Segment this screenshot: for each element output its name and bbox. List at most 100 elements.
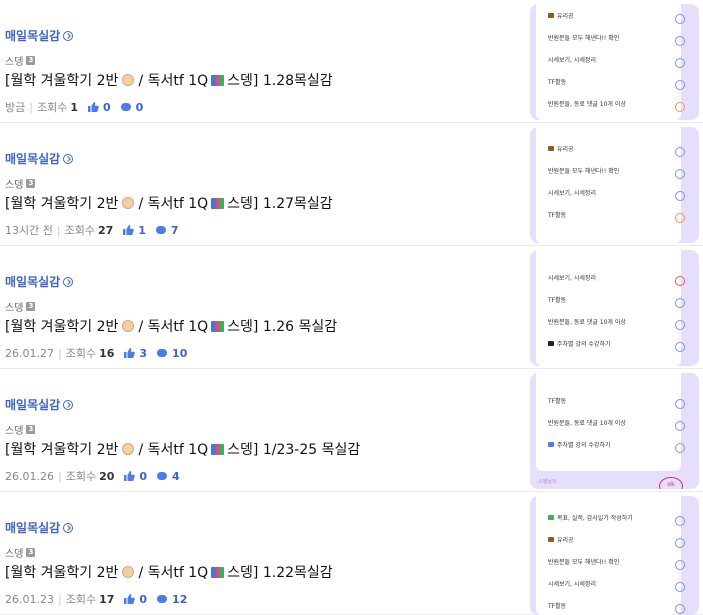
views-label: 조회수 (65, 470, 97, 483)
comments-count: 0 (135, 100, 144, 114)
thumbnail-row: 반원분들 모두 해낸다!! 확인 (548, 558, 620, 566)
thumbnail-row: 주차별 강의 수강하기 (548, 332, 651, 354)
board-link[interactable]: 매일목실감 (5, 396, 74, 413)
title-prefix: [월학 겨울학기 2반 (5, 73, 119, 89)
brown-swatch-icon (548, 145, 554, 151)
likes-count: 1 (138, 223, 146, 237)
thumbnail-card: 유리공 반원분들 모두 해낸다!! 확인 시세보기, 시세정리 TF활동 (536, 127, 681, 243)
thumbnail-row: TF활동 (548, 602, 567, 610)
comments[interactable]: 7 (155, 223, 179, 237)
brown-swatch-icon (548, 536, 554, 542)
chevron-right-icon (63, 399, 74, 410)
post-title[interactable]: [월학 겨울학기 2반 / 독서tf 1Q 스뎅] 1.22목실감 (5, 562, 333, 582)
board-link[interactable]: 매일목실감 (5, 519, 74, 536)
views-count: 1 (70, 100, 78, 114)
post-date: 26.01.26 (5, 469, 54, 483)
likes[interactable]: 0 (124, 593, 147, 606)
likes[interactable]: 3 (124, 347, 147, 360)
views-label: 조회수 (65, 593, 97, 606)
face-emoji-icon (122, 74, 135, 86)
post-thumbnail[interactable]: 시세보기, 시세정리 TF활동 반원분들, 동료 댓글 10개 이상 주차별 강… (530, 250, 699, 366)
author-info[interactable]: 스뎅 3 (5, 422, 36, 437)
thumbnail-row: TF활동 (548, 211, 567, 219)
level-badge: 3 (26, 179, 36, 188)
title-middle: / 독서tf 1Q (138, 565, 209, 581)
post-title[interactable]: [월학 겨울학기 2반 / 독서tf 1Q 스뎅] 1.27목실감 (5, 193, 333, 213)
thumbs-up-icon (88, 102, 99, 112)
author-info[interactable]: 스뎅 3 (5, 545, 36, 560)
post-item[interactable]: 매일목실감 스뎅 3 [월학 겨울학기 2반 / 독서tf 1Q 스뎅] 1/2… (0, 369, 703, 492)
post-title[interactable]: [월학 겨울학기 2반 / 독서tf 1Q 스뎅] 1.28목실감 (5, 70, 333, 90)
books-emoji-icon (211, 320, 225, 332)
post-item[interactable]: 매일목실감 스뎅 3 [월학 겨울학기 2반 / 독서tf 1Q 스뎅] 1.2… (0, 246, 703, 369)
check-circle-icon (675, 14, 685, 24)
face-emoji-icon (122, 566, 135, 578)
likes[interactable]: 0 (88, 101, 111, 114)
board-link[interactable]: 매일목실감 (5, 150, 74, 167)
comments[interactable]: 12 (157, 593, 187, 606)
chevron-right-icon (63, 276, 74, 287)
check-circle-icon (675, 421, 685, 431)
author-info[interactable]: 스뎅 3 (5, 53, 36, 68)
level-badge: 3 (26, 548, 36, 557)
title-middle: / 독서tf 1Q (138, 319, 209, 335)
post-title[interactable]: [월학 겨울학기 2반 / 독서tf 1Q 스뎅] 1.26 목실감 (5, 316, 337, 336)
thumbnail-row: 반원분들, 동료 댓글 10개 이상 (548, 318, 626, 326)
comments-count: 7 (170, 223, 179, 237)
check-circle-icon (675, 147, 685, 157)
check-circle-icon (675, 560, 685, 570)
post-item[interactable]: 매일목실감 스뎅 3 [월학 겨울학기 2반 / 독서tf 1Q 스뎅] 1.2… (0, 492, 703, 615)
comments-count: 4 (172, 469, 180, 483)
brown-swatch-icon (548, 12, 554, 18)
meta-divider: | (29, 100, 33, 114)
post-thumbnail[interactable]: 유리공 반원분들 모두 해낸다!! 확인 시세보기, 시세정리 TF활동 반원분… (530, 4, 699, 120)
title-prefix: [월학 겨울학기 2반 (5, 565, 119, 581)
thumbs-up-icon (124, 594, 136, 604)
author-name: 스뎅 (5, 303, 24, 314)
post-item[interactable]: 매일목실감 스뎅 3 [월학 겨울학기 2반 / 독서tf 1Q 스뎅] 1.2… (0, 0, 703, 123)
thumbnail-row: 유리공 (548, 528, 651, 550)
meta-divider: | (56, 223, 61, 237)
board-link[interactable]: 매일목실감 (5, 27, 74, 44)
title-suffix: 스뎅] 1.28목실감 (227, 73, 333, 89)
green-heart-icon (548, 514, 554, 520)
author-info[interactable]: 스뎅 3 (5, 299, 36, 314)
board-name: 매일목실감 (5, 521, 61, 535)
thumbnail-card: 시세보기, 시세정리 TF활동 반원분들, 동료 댓글 10개 이상 주차별 강… (536, 250, 681, 366)
post-thumbnail[interactable]: 유리공 반원분들 모두 해낸다!! 확인 시세보기, 시세정리 TF활동 (530, 127, 699, 243)
author-name: 스뎅 (5, 426, 24, 437)
face-emoji-icon (122, 443, 135, 455)
check-circle-icon (675, 342, 685, 352)
post-thumbnail[interactable]: 목표, 실적, 감사일기 작성하기 유리공 반원분들 모두 해낸다!! 확인 시… (530, 496, 699, 615)
likes-count: 3 (139, 346, 148, 360)
views-count: 27 (97, 223, 114, 237)
author-info[interactable]: 스뎅 3 (5, 176, 36, 191)
check-circle-icon (675, 443, 685, 453)
face-emoji-icon (122, 197, 135, 209)
post-title[interactable]: [월학 겨울학기 2반 / 독서tf 1Q 스뎅] 1/23-25 목실감 (5, 439, 360, 459)
post-date: 26.01.23 (5, 592, 54, 606)
post-thumbnail[interactable]: TF활동 반원분들, 동료 댓글 10개 이상 주차별 강의 수강하기 스뎅님의… (530, 373, 699, 489)
check-circle-icon (675, 191, 685, 201)
comments[interactable]: 0 (120, 100, 144, 114)
black-swatch-icon (548, 340, 554, 346)
post-feed: 매일목실감 스뎅 3 [월학 겨울학기 2반 / 독서tf 1Q 스뎅] 1.2… (0, 0, 703, 615)
post-item[interactable]: 매일목실감 스뎅 3 [월학 겨울학기 2반 / 독서tf 1Q 스뎅] 1.2… (0, 123, 703, 246)
level-badge: 3 (26, 302, 36, 311)
post-meta: 26.01.23 | 조회수 17 0 12 (5, 591, 187, 607)
thumbs-up-icon (123, 225, 135, 235)
thumbnail-row: 유리공 (548, 4, 651, 26)
board-link[interactable]: 매일목실감 (5, 273, 74, 290)
comment-bubble-icon (157, 595, 168, 603)
comments[interactable]: 10 (157, 347, 187, 360)
likes[interactable]: 0 (124, 470, 147, 483)
thumbnail-card: 유리공 반원분들 모두 해낸다!! 확인 시세보기, 시세정리 TF활동 반원분… (536, 4, 681, 120)
thumbs-up-icon (124, 471, 136, 481)
comment-bubble-icon (120, 103, 131, 111)
books-emoji-icon (211, 566, 225, 578)
check-circle-icon (675, 582, 685, 592)
likes[interactable]: 1 (123, 224, 146, 237)
post-date: 방금 (5, 101, 26, 114)
comments[interactable]: 4 (157, 470, 180, 483)
title-middle: / 독서tf 1Q (138, 73, 209, 89)
